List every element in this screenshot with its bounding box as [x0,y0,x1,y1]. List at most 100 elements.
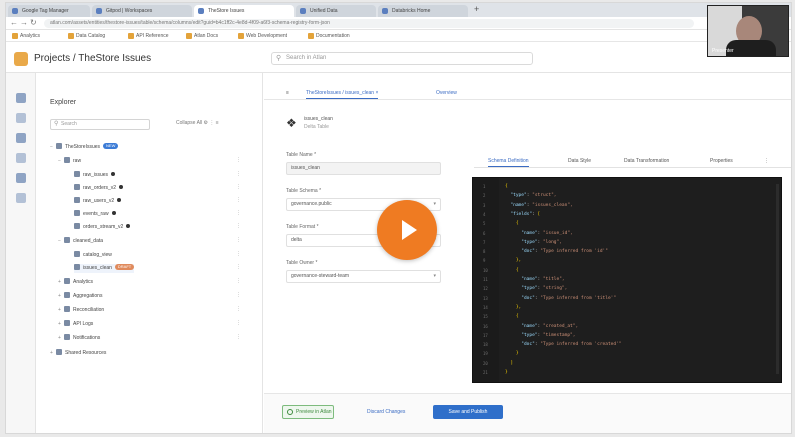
browser-tab[interactable]: Unified Data [296,5,376,17]
browser-tab[interactable]: Databricks Home [378,5,468,17]
table-icon [74,223,80,229]
tree-item[interactable]: − cleaned_data [58,237,103,246]
code-line: "name": "created_at", [521,323,579,329]
status-dot-icon [126,224,131,228]
tree-item[interactable]: orders_stream_v2 [74,223,131,232]
table-owner-select[interactable]: governance-steward-team ▾ [286,270,441,283]
tree-item[interactable]: + Reconciliation [58,306,104,315]
database-icon[interactable] [16,133,26,143]
tab-label: Gitpod | Workspaces [106,8,153,14]
more-icon[interactable]: ⋮ [236,157,241,163]
tree-item[interactable]: + Shared Resources [50,349,106,358]
url-field[interactable]: atlan.com/assets/entities/thestore-issue… [44,19,694,28]
bookmark[interactable]: Analytics [12,32,40,40]
tab-label: Overview [436,90,457,96]
global-search-input[interactable]: ⚲ Search in Atlan [271,52,533,65]
table-icon [74,264,80,270]
table-icon [74,197,80,203]
back-icon[interactable]: ← [10,18,18,27]
tree-item[interactable]: − TheStoreIssues NEW [50,143,119,152]
tree-item[interactable]: − raw [58,157,81,166]
bookmark[interactable]: Atlan Docs [186,32,218,40]
tree-item-selected[interactable]: issues_clean DRAFT [74,264,135,273]
more-icon[interactable]: ⋮ [236,320,241,326]
tree-item-label: Aggregations [73,293,103,299]
files-icon[interactable] [16,113,26,123]
more-icon[interactable]: ⋮ [236,278,241,284]
forward-icon[interactable]: → [20,18,28,27]
reload-icon[interactable]: ↻ [30,18,37,27]
bookmark[interactable]: API Reference [128,32,169,40]
tab-favicon-icon [382,8,388,14]
tree-item[interactable]: raw_orders_v2 [74,184,124,193]
more-icon[interactable]: ⋮ [236,197,241,203]
new-tab-icon[interactable]: + [474,4,479,14]
bookmark-label: Data Catalog [76,33,106,39]
tab-label: Databricks Home [392,8,431,14]
tab-properties[interactable]: Properties [710,157,733,166]
tree-item[interactable]: + Notifications [58,334,100,343]
discard-button[interactable]: Discard Changes [367,405,405,419]
explorer-icon[interactable] [16,93,26,103]
tree-item[interactable]: events_raw [74,210,116,219]
menu-icon[interactable]: ≡ [286,89,289,98]
tab-data-transformation[interactable]: Data Transformation [624,157,669,166]
tab-overview[interactable]: Overview [436,89,457,98]
tree-item[interactable]: catalog_view [74,251,112,260]
bookmark[interactable]: Documentation [308,32,350,40]
more-icon[interactable]: ⋮ [236,292,241,298]
tree-item[interactable]: raw_issues [74,171,116,180]
tab-data-style[interactable]: Data Style [568,157,591,166]
tree-item[interactable]: + Analytics [58,278,93,287]
more-icon[interactable]: ⋮ [236,237,241,243]
more-icon[interactable]: ⋮ [236,223,241,229]
bookmark-icon [68,33,74,39]
tree-item[interactable]: raw_users_v2 [74,197,122,206]
more-icon[interactable]: ⋮ [236,264,241,270]
more-icon[interactable]: ⋮ [236,306,241,312]
more-icon[interactable]: ⋮ [236,171,241,177]
bookmark-label: Documentation [316,33,350,39]
lineage-icon[interactable] [16,153,26,163]
play-icon [402,220,417,240]
line-number: 9 [483,258,486,264]
browser-tab[interactable]: Gitpod | Workspaces [92,5,192,17]
icon-rail [6,73,36,433]
tab-label: Unified Data [310,8,338,14]
save-publish-button[interactable]: Save and Publish [433,405,503,419]
json-code-editor[interactable]: 1 {2 "type": "struct", 3 "name": "issues_c… [472,177,782,383]
more-icon[interactable]: ⋮ [236,251,241,257]
code-line: }, [505,304,522,310]
explorer-tools[interactable]: Collapse All ⚙ ⋮ ≡ [176,120,219,126]
tree-item[interactable]: + Aggregations [58,292,102,301]
schema-icon [64,320,70,326]
field-label: Table Schema * [286,188,322,194]
more-icon[interactable]: ⋮ [236,184,241,190]
table-icon [74,171,80,177]
more-icon[interactable]: ⋮ [236,210,241,216]
settings-icon[interactable] [16,193,26,203]
bookmark[interactable]: Data Catalog [68,32,105,40]
tab-entity[interactable]: TheStoreIssues / issues_clean × [306,89,379,99]
bookmark[interactable]: Web Development [238,32,287,40]
video-play-button[interactable] [377,200,437,260]
status-dot-icon [117,198,122,202]
collapse-all-label: Collapse All [176,120,203,126]
preview-button[interactable]: Preview in Atlan [282,405,334,419]
tab-schema-definition[interactable]: Schema Definition [488,157,529,167]
more-icon[interactable]: ⋮ [236,334,241,340]
browser-tab[interactable]: Google Tag Manager [8,5,90,17]
table-name-field[interactable]: issues_clean [286,162,441,175]
tree-item[interactable]: + API Logs [58,320,93,329]
schema-icon [64,292,70,298]
explorer-search-input[interactable]: ⚲ Search [50,119,150,130]
tab-favicon-icon [96,8,102,14]
tab-favicon-icon [198,8,204,14]
browser-tab-active[interactable]: TheStore Issues [194,5,294,17]
code-line: "type": "struct", [510,193,557,199]
editor-scrollbar[interactable] [776,184,779,374]
app-logo-icon[interactable] [14,52,28,66]
line-number: 16 [483,323,488,329]
more-tabs-icon[interactable]: ⋮ [764,157,769,166]
governance-icon[interactable] [16,173,26,183]
